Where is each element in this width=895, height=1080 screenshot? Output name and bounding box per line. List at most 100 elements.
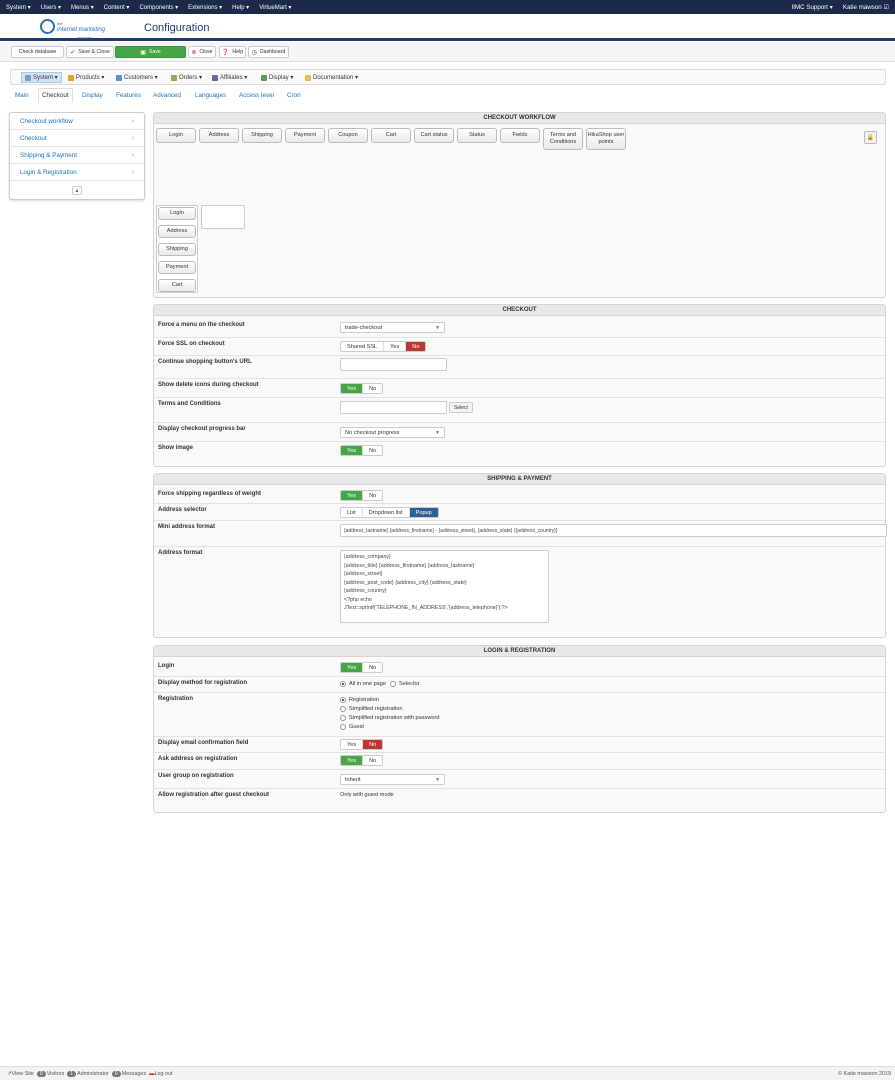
mini-address-input[interactable]: {address_lastname} {address_firstname} -… — [340, 524, 887, 537]
status-footer: ↗ View Site 0 Visitors 1 Administrator 0… — [0, 1066, 895, 1080]
close-icon: ⊗ — [191, 49, 197, 56]
hika-menu-affiliates[interactable]: Affiliates ▾ — [212, 72, 247, 83]
section-sidebar: Checkout workflow › Checkout › Shipping & … — [9, 112, 145, 200]
menu-components[interactable]: Components ▾ — [139, 4, 178, 11]
messages-link[interactable]: Messages — [122, 1071, 147, 1077]
menu-content[interactable]: Content ▾ — [104, 4, 130, 11]
continue-url-input[interactable] — [340, 358, 447, 371]
workflow-cart-status-button[interactable]: Cart status — [414, 128, 454, 143]
step-cart-item[interactable]: Cart — [158, 279, 196, 292]
hika-menu-documentation[interactable]: Documentation ▾ — [305, 72, 358, 83]
no-option[interactable]: No — [363, 756, 382, 765]
mini-address-row: Mini address format {address_lastname} {… — [154, 521, 887, 547]
address-format-textarea[interactable]: {address_company} {address_title} {addre… — [340, 550, 549, 623]
workflow-status-button[interactable]: Status — [457, 128, 497, 143]
sidebar-toggle-icon[interactable]: ▲ — [72, 186, 82, 195]
tab-languages[interactable]: Languages — [192, 88, 229, 103]
tab-features[interactable]: Features — [113, 88, 144, 103]
menu-help[interactable]: Help ▾ — [232, 4, 249, 11]
hika-menu-display[interactable]: Display ▾ — [261, 72, 293, 83]
save-close-button[interactable]: ✔ Save & Close — [66, 46, 114, 58]
ask-address-label: Ask address on registration — [158, 756, 238, 762]
force-menu-select[interactable]: trade-checkout ▼ — [340, 322, 445, 333]
guest-radio[interactable]: Guest — [340, 724, 364, 730]
tab-checkout[interactable]: Checkout — [38, 88, 73, 103]
workflow-cart-button[interactable]: Cart — [371, 128, 411, 143]
sidebar-item-login-registration[interactable]: Login & Registration › — [10, 164, 144, 181]
no-option[interactable]: No — [363, 663, 382, 672]
yes-option[interactable]: Yes — [341, 446, 364, 455]
selector-dropdown-option[interactable]: Dropdown list — [363, 508, 410, 517]
save-button[interactable]: ▣ Save — [115, 46, 186, 58]
lock-icon[interactable]: 🔒 — [864, 131, 877, 144]
check-database-button[interactable]: Check database — [11, 46, 64, 58]
no-option[interactable]: No — [363, 491, 382, 500]
no-option[interactable]: No — [363, 384, 382, 393]
display-method-selector-radio[interactable]: Selector — [390, 681, 420, 687]
step-shipping-item[interactable]: Shipping — [158, 243, 196, 256]
yes-option[interactable]: Yes — [341, 663, 364, 672]
hika-menu-orders[interactable]: Orders ▾ — [171, 72, 202, 83]
workflow-new-step-dropzone[interactable] — [201, 205, 245, 229]
registration-option-radio[interactable]: Registration — [340, 697, 379, 703]
menu-system[interactable]: System ▾ — [6, 4, 31, 11]
support-menu[interactable]: IIMC Support ▾ — [792, 4, 833, 11]
force-ssl-label: Force SSL on checkout — [158, 341, 225, 347]
no-option[interactable]: No — [363, 740, 383, 749]
yes-option[interactable]: Yes — [341, 491, 364, 500]
sidebar-item-shipping-payment[interactable]: Shipping & Payment › — [10, 147, 144, 164]
menu-extensions[interactable]: Extensions ▾ — [188, 4, 222, 11]
display-method-all-radio[interactable]: All in one page — [340, 681, 386, 687]
tab-advanced[interactable]: Advanced — [150, 88, 184, 103]
workflow-shipping-button[interactable]: Shipping — [242, 128, 282, 143]
workflow-coupon-button[interactable]: Coupon — [328, 128, 368, 143]
user-group-select[interactable]: Inherit ▼ — [340, 774, 445, 785]
help-button[interactable]: ❓ Help — [219, 46, 246, 58]
tab-main[interactable]: Main — [12, 88, 32, 103]
sidebar-item-checkout-workflow[interactable]: Checkout workflow › — [10, 113, 144, 130]
yes-option[interactable]: Yes — [341, 740, 364, 749]
hika-menu-customers[interactable]: Customers ▾ — [116, 72, 158, 83]
workflow-user-points-button[interactable]: HikaShop user points — [586, 128, 626, 150]
simplified-registration-radio[interactable]: Simplified registration — [340, 706, 402, 712]
selector-popup-option[interactable]: Popup — [409, 508, 438, 517]
sidebar-item-checkout[interactable]: Checkout › — [10, 130, 144, 147]
no-option[interactable]: No — [363, 446, 382, 455]
user-menu[interactable]: Katie mawson ☑ — [843, 4, 889, 11]
view-site-link[interactable]: View Site — [12, 1071, 34, 1077]
ssl-no-option[interactable]: No — [406, 342, 426, 351]
simplified-password-radio[interactable]: Simplified registration with password — [340, 715, 439, 721]
menu-menus[interactable]: Menus ▾ — [71, 4, 94, 11]
workflow-login-button[interactable]: Login — [156, 128, 196, 143]
yes-option[interactable]: Yes — [341, 756, 364, 765]
tab-access-level[interactable]: Access level — [236, 88, 277, 103]
hika-menu-system[interactable]: System ▾ — [21, 72, 62, 83]
step-payment-item[interactable]: Payment — [158, 261, 196, 274]
menu-virtuemart[interactable]: VirtueMart ▾ — [259, 4, 291, 11]
step-address-item[interactable]: Address — [158, 225, 196, 238]
tab-display[interactable]: Display — [79, 88, 106, 103]
ssl-yes-option[interactable]: Yes — [384, 342, 407, 351]
progress-bar-select[interactable]: No checkout progress ▼ — [340, 427, 445, 438]
hika-menu-products[interactable]: Products ▾ — [68, 72, 104, 83]
page-header: the internet marketing company Configura… — [0, 14, 895, 41]
terms-input[interactable] — [340, 401, 447, 414]
terms-select-button[interactable]: Select — [449, 402, 473, 413]
tab-cron[interactable]: Cron — [284, 88, 304, 103]
logout-link[interactable]: Log out — [155, 1071, 173, 1077]
mini-address-label: Mini address format — [158, 524, 216, 530]
workflow-address-button[interactable]: Address — [199, 128, 239, 143]
step-login-item[interactable]: Login — [158, 207, 196, 220]
address-format-row: Address format {address_company} {addres… — [154, 547, 885, 637]
logo-globe-icon — [40, 19, 55, 34]
workflow-terms-button[interactable]: Terms and Conditions — [543, 128, 583, 150]
close-button[interactable]: ⊗ Close — [188, 46, 216, 58]
workflow-fields-button[interactable]: Fields — [500, 128, 540, 143]
menu-users[interactable]: Users ▾ — [41, 4, 61, 11]
ssl-shared-option[interactable]: Shared SSL — [341, 342, 385, 351]
progress-bar-label: Display checkout progress bar — [158, 426, 246, 432]
selector-list-option[interactable]: List — [341, 508, 363, 517]
workflow-payment-button[interactable]: Payment — [285, 128, 325, 143]
dashboard-button[interactable]: ◷ Dashboard — [248, 46, 289, 58]
yes-option[interactable]: Yes — [341, 384, 364, 393]
